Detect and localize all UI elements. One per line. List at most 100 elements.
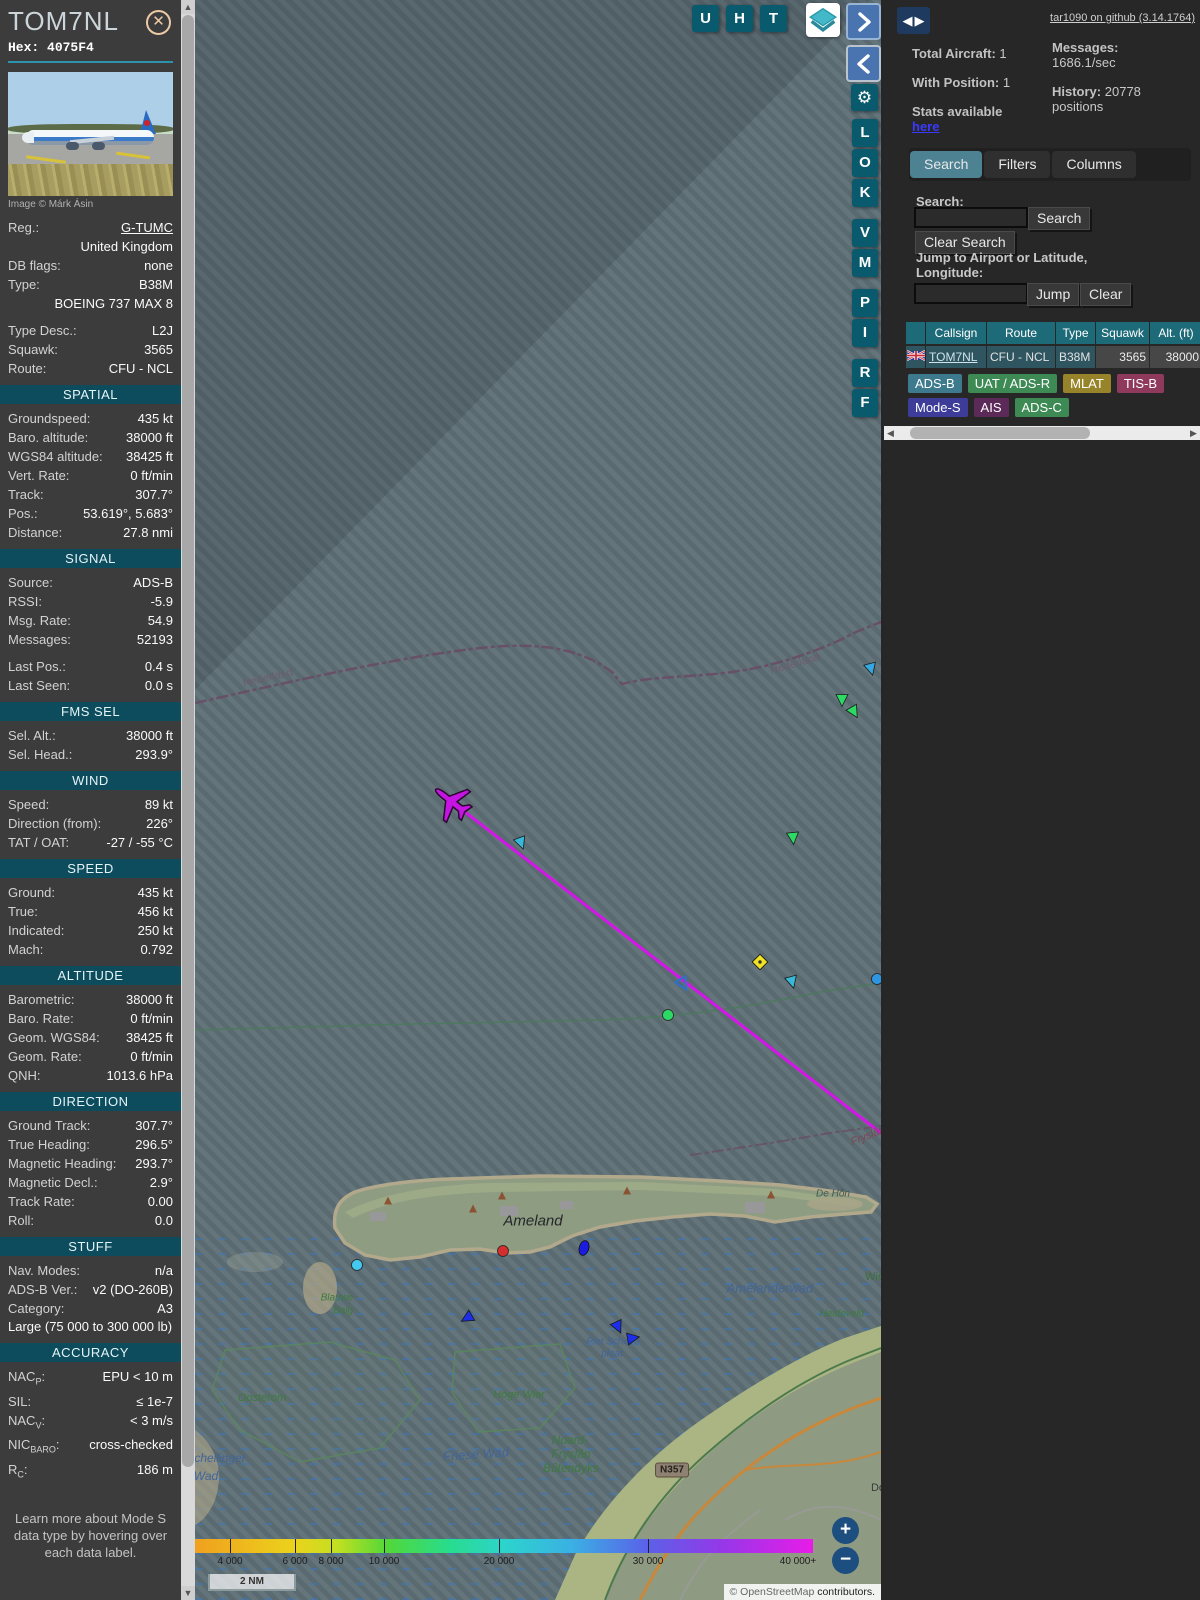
- data-row: Sel. Alt.: 38000 ft: [0, 726, 181, 745]
- selected-aircraft-icon[interactable]: [429, 779, 475, 825]
- aircraft-marker[interactable]: [784, 829, 802, 847]
- data-row: True: 456 kt: [0, 902, 181, 921]
- scrollbar-thumb[interactable]: [910, 427, 1090, 439]
- scroll-left-icon[interactable]: ◀: [884, 426, 897, 440]
- sidebar-collapse-button[interactable]: [846, 45, 881, 82]
- column-header[interactable]: Squawk: [1096, 322, 1149, 344]
- aircraft-marker[interactable]: [458, 1309, 476, 1327]
- scroll-up-icon[interactable]: ▲: [181, 0, 195, 14]
- aircraft-marker[interactable]: [674, 975, 692, 993]
- map-hotkey-p[interactable]: P: [852, 289, 878, 317]
- column-header[interactable]: Type: [1056, 322, 1095, 344]
- column-header[interactable]: Route: [987, 322, 1055, 344]
- tab-search[interactable]: Search: [910, 151, 983, 178]
- legend-tick: [230, 1539, 231, 1553]
- aircraft-marker[interactable]: [845, 703, 863, 721]
- data-value: B38M: [139, 277, 173, 292]
- settings-button[interactable]: ⚙: [851, 84, 878, 111]
- source-badge-tis-b[interactable]: TIS-B: [1116, 374, 1165, 393]
- data-value: 0 ft/min: [130, 1011, 173, 1026]
- map-button-t[interactable]: T: [760, 5, 787, 32]
- tab-columns[interactable]: Columns: [1052, 151, 1136, 178]
- source-badge-ads-c[interactable]: ADS-C: [1014, 398, 1069, 417]
- aircraft-info-rows: Reg.: G-TUMC United Kingdom DB flags: none Ty…: [0, 218, 181, 378]
- column-header[interactable]: [906, 322, 925, 344]
- tidal-flat-outline: [451, 1343, 576, 1433]
- map-hotkey-f[interactable]: F: [852, 389, 878, 417]
- search-button[interactable]: Search: [1028, 207, 1091, 230]
- aircraft-marker[interactable]: [494, 1242, 512, 1260]
- history-label: History:: [1052, 84, 1102, 99]
- sidebar-expand-button[interactable]: [846, 3, 881, 40]
- data-label: Magnetic Decl.:: [8, 1175, 98, 1190]
- map-hotkey-v[interactable]: V: [852, 219, 878, 247]
- table-row[interactable]: TOM7NL CFU - NCL B38M 3565 38000: [906, 346, 1200, 368]
- map[interactable]: Nederland Nederland Fryslân Ameland De Hôn Am…: [195, 0, 881, 1600]
- aircraft-marker[interactable]: [512, 834, 530, 852]
- aircraft-marker[interactable]: [575, 1239, 593, 1257]
- data-value: A3: [157, 1301, 173, 1316]
- jump-input[interactable]: [914, 283, 1028, 304]
- aircraft-marker[interactable]: [868, 970, 881, 988]
- scroll-down-icon[interactable]: ▼: [181, 1586, 195, 1600]
- close-icon[interactable]: ✕: [146, 10, 171, 35]
- data-label: True:: [8, 904, 38, 919]
- aircraft-marker[interactable]: [624, 1329, 642, 1347]
- column-header[interactable]: Callsign: [926, 322, 986, 344]
- data-value: 38000 ft: [126, 430, 173, 445]
- github-link[interactable]: tar1090 on github (3.14.1764): [1050, 12, 1195, 24]
- tab-filters[interactable]: Filters: [984, 151, 1051, 178]
- aircraft-marker[interactable]: [348, 1256, 366, 1274]
- sidebar-width-toggle[interactable]: ◀ ▶: [897, 7, 930, 34]
- scroll-right-icon[interactable]: ▶: [1187, 426, 1200, 440]
- left-panel-scrollbar[interactable]: ▲ ▼: [181, 0, 195, 1600]
- sandbank: [195, 1430, 219, 1525]
- data-label: Groundspeed:: [8, 411, 91, 426]
- stats-here-link[interactable]: here: [912, 119, 939, 134]
- source-badge-mode-s[interactable]: Mode-S: [908, 398, 968, 417]
- map-hotkey-r[interactable]: R: [852, 359, 878, 387]
- aircraft-marker[interactable]: [862, 660, 880, 678]
- map-button-h[interactable]: H: [726, 5, 753, 32]
- osm-link[interactable]: © OpenStreetMap: [730, 1586, 815, 1598]
- aircraft-marker[interactable]: [783, 973, 801, 991]
- aircraft-marker[interactable]: [659, 1006, 677, 1024]
- clear-jump-button[interactable]: Clear: [1080, 283, 1132, 306]
- data-value: BOEING 737 MAX 8: [54, 296, 174, 311]
- scrollbar-thumb[interactable]: [182, 15, 194, 1467]
- source-badge-mlat[interactable]: MLAT: [1063, 374, 1111, 393]
- section-header: FMS SEL: [0, 702, 181, 721]
- map-button-u[interactable]: U: [692, 5, 719, 32]
- column-header[interactable]: Alt. (ft): [1150, 322, 1200, 344]
- zoom-out-button[interactable]: −: [832, 1547, 859, 1574]
- source-badge-ads-b[interactable]: ADS-B: [908, 374, 962, 393]
- zoom-in-button[interactable]: +: [832, 1517, 859, 1544]
- map-hotkey-l[interactable]: L: [852, 119, 878, 147]
- table-horizontal-scrollbar[interactable]: ◀ ▶: [884, 426, 1200, 440]
- aircraft-marker[interactable]: [751, 953, 769, 971]
- data-value: 456 kt: [137, 904, 173, 919]
- aircraft-photo[interactable]: [8, 72, 173, 196]
- maritime-boundary-line: [195, 982, 881, 1031]
- map-hotkey-o[interactable]: O: [852, 149, 878, 177]
- map-attribution: © OpenStreetMap contributors.: [723, 1584, 881, 1600]
- registration-link[interactable]: G-TUMC: [45, 218, 173, 237]
- layers-button[interactable]: [806, 3, 840, 37]
- data-value: 52193: [136, 632, 173, 647]
- map-hotkey-m[interactable]: M: [852, 249, 878, 277]
- triangle-left-icon: ◀: [902, 12, 913, 28]
- data-row: Geom. WGS84: 38425 ft: [0, 1028, 181, 1047]
- map-hotkey-k[interactable]: K: [852, 179, 878, 207]
- row-callsign[interactable]: TOM7NL: [926, 346, 986, 368]
- data-row: Squawk: 3565: [0, 340, 181, 359]
- source-badge-ais[interactable]: AIS: [973, 398, 1009, 417]
- section-header: ACCURACY: [0, 1343, 181, 1362]
- data-value: 1013.6 hPa: [106, 1068, 173, 1083]
- jump-button[interactable]: Jump: [1027, 283, 1080, 306]
- data-value: cross-checked: [89, 1437, 173, 1453]
- map-hotkey-i[interactable]: I: [852, 319, 878, 347]
- data-label: ADS-B Ver.:: [8, 1282, 78, 1297]
- search-input[interactable]: [914, 207, 1028, 228]
- legend-altitude-label: 40 000+: [779, 1556, 817, 1567]
- source-badge-uat-ads-r[interactable]: UAT / ADS-R: [967, 374, 1058, 393]
